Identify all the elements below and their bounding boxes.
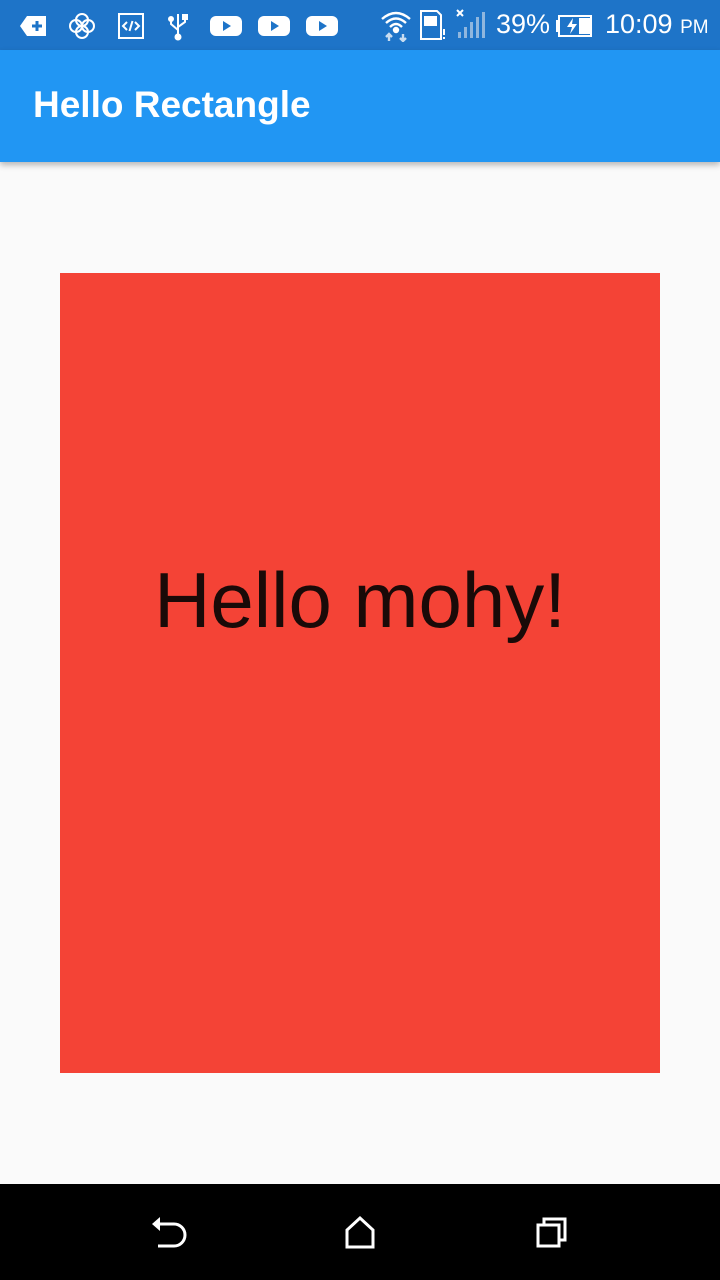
wifi-icon bbox=[379, 8, 413, 42]
rectangle-text: Hello mohy! bbox=[154, 555, 566, 644]
page-title: Hello Rectangle bbox=[33, 84, 311, 125]
app-bar: Hello Rectangle bbox=[0, 50, 720, 162]
home-icon[interactable] bbox=[336, 1208, 384, 1256]
battery-charging-icon bbox=[555, 13, 593, 39]
youtube-icon bbox=[305, 11, 339, 41]
signal-icon bbox=[454, 8, 486, 40]
flower-icon bbox=[67, 11, 97, 41]
clock-ampm: PM bbox=[680, 17, 709, 38]
usb-icon bbox=[163, 11, 193, 41]
status-bar: 39% 10:09 PM bbox=[0, 0, 720, 50]
battery-percent: 39% bbox=[496, 9, 551, 39]
youtube-icon bbox=[257, 11, 291, 41]
code-icon bbox=[116, 11, 146, 41]
navigation-bar bbox=[0, 1184, 720, 1280]
red-rectangle: Hello mohy! bbox=[60, 273, 660, 1073]
clock-time: 10:09 bbox=[605, 9, 673, 39]
youtube-icon bbox=[209, 11, 243, 41]
recent-apps-icon[interactable] bbox=[528, 1208, 576, 1256]
back-icon[interactable] bbox=[144, 1208, 192, 1256]
add-icon bbox=[18, 11, 48, 41]
sim-icon bbox=[419, 9, 447, 41]
clock: 10:09 PM bbox=[605, 9, 709, 40]
